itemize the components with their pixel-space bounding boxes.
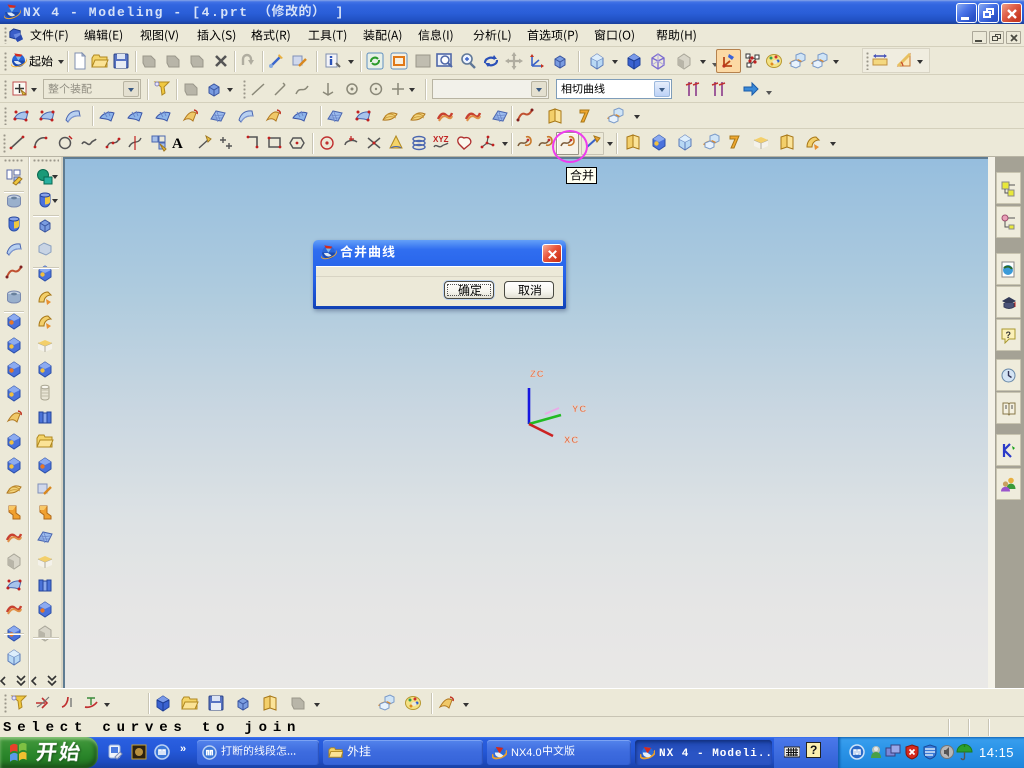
svg-text:YC: YC [572,404,587,415]
svg-text:XC: XC [564,435,579,446]
svg-text:?: ? [1006,330,1012,340]
svg-text:ZC: ZC [530,369,545,380]
svg-text:XYZ: XYZ [433,135,449,144]
